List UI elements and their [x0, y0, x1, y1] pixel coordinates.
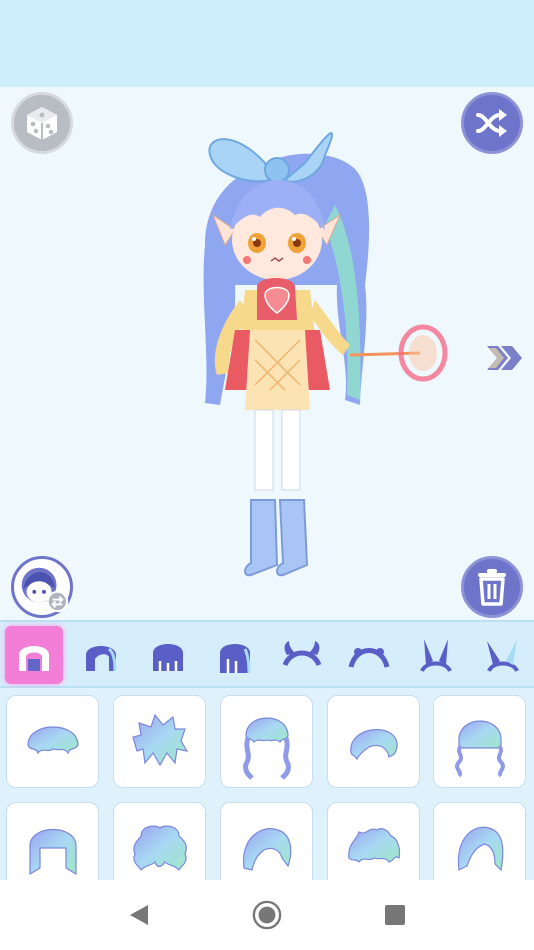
tab-bunny-ears-alt[interactable] — [474, 626, 532, 684]
hair-option-grid — [0, 688, 534, 880]
top-bar — [0, 0, 534, 87]
shuffle-button[interactable] — [461, 92, 523, 154]
hair-short-bob-side-icon — [349, 728, 398, 760]
hair-side-swept-icon — [242, 827, 291, 871]
hair-spiky-messy-icon — [131, 713, 188, 766]
delete-button[interactable] — [461, 556, 523, 618]
hair-front-side-icon — [86, 646, 117, 672]
hair-option-card[interactable] — [220, 802, 313, 880]
hair-back-long-icon — [220, 644, 251, 674]
hair-option-card[interactable] — [6, 802, 99, 880]
hair-short-bob-bangs-icon — [26, 725, 79, 754]
hair-front-short-icon — [19, 646, 49, 671]
bunny-ears-icon — [420, 639, 452, 673]
face-swap-button[interactable] — [11, 556, 73, 618]
hair-straight-bob-icon — [28, 828, 77, 875]
hair-fluffy-curly-icon — [132, 825, 187, 871]
system-nav-bar — [0, 880, 534, 950]
tab-hair-back-long[interactable] — [206, 626, 264, 684]
horns-icon — [282, 641, 322, 667]
shuffle-icon — [476, 109, 507, 137]
tab-hair-front-side[interactable] — [72, 626, 130, 684]
hair-back-icon — [153, 644, 183, 671]
hair-option-card[interactable] — [433, 802, 526, 880]
hair-long-side-part-icon — [457, 826, 503, 871]
tab-headband[interactable] — [340, 626, 398, 684]
hair-option-card[interactable] — [113, 802, 206, 880]
face-swap-icon — [21, 567, 69, 613]
trash-icon — [478, 569, 506, 606]
tab-horns[interactable] — [273, 626, 331, 684]
home-circle-icon — [252, 900, 282, 930]
character-avatar[interactable] — [165, 125, 455, 585]
next-arrow-button[interactable] — [484, 340, 526, 376]
hair-long-wavy-icon — [242, 716, 291, 780]
random-dice-button[interactable] — [11, 92, 73, 154]
double-chevron-right-icon — [487, 346, 522, 370]
hair-curly-long-icon — [454, 720, 505, 777]
headband-icon — [348, 648, 390, 668]
nav-back-button[interactable] — [124, 900, 154, 930]
bunny-ears-alt-icon — [487, 639, 519, 673]
category-tab-bar — [0, 620, 534, 688]
hair-option-card[interactable] — [6, 695, 99, 788]
tab-hair-front-short[interactable] — [5, 626, 63, 684]
tab-hair-back[interactable] — [139, 626, 197, 684]
hair-option-card[interactable] — [327, 695, 420, 788]
hair-option-card[interactable] — [433, 695, 526, 788]
hair-option-card[interactable] — [327, 802, 420, 880]
recents-square-icon — [385, 905, 405, 925]
back-triangle-icon — [130, 905, 148, 925]
nav-home-button[interactable] — [252, 900, 282, 930]
nav-recents-button[interactable] — [380, 900, 410, 930]
tab-bunny-ears[interactable] — [407, 626, 465, 684]
dice-icon — [27, 107, 57, 140]
hair-option-card[interactable] — [220, 695, 313, 788]
hair-messy-short-icon — [347, 827, 400, 863]
hair-option-card[interactable] — [113, 695, 206, 788]
